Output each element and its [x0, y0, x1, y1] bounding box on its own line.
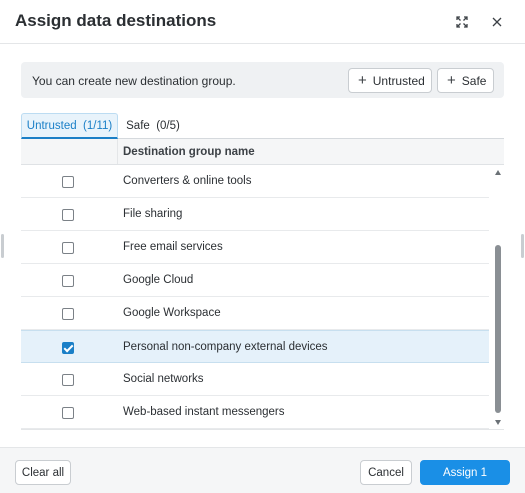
table-row[interactable]: Free email services: [21, 231, 489, 264]
scrollbar-thumb[interactable]: [495, 245, 501, 413]
column-header-destination-group-name: Destination group name: [123, 146, 255, 158]
assign-button[interactable]: Assign 1: [420, 460, 510, 485]
table-header: Destination group name: [21, 139, 504, 165]
row-label: Personal non-company external devices: [123, 341, 328, 353]
scroll-up-arrow-icon[interactable]: [495, 170, 501, 175]
plus-icon: +: [358, 72, 367, 89]
table-scrollbar[interactable]: [491, 165, 504, 430]
table-row[interactable]: Social networks: [21, 363, 489, 396]
dialog-title: Assign data destinations: [15, 11, 217, 30]
table-row[interactable]: File sharing: [21, 198, 489, 231]
table-row[interactable]: Web-based instant messengers: [21, 396, 489, 429]
banner-text: You can create new destination group.: [32, 74, 236, 88]
row-checkbox[interactable]: [62, 308, 74, 320]
dialog-footer: Clear all Cancel Assign 1: [0, 447, 525, 493]
row-label: File sharing: [123, 208, 183, 220]
row-label: Free email services: [123, 241, 223, 253]
add-safe-button[interactable]: + Safe: [437, 68, 494, 93]
add-safe-label: Safe: [461, 73, 487, 88]
row-checkbox[interactable]: [62, 407, 74, 419]
row-label: Google Cloud: [123, 274, 194, 286]
destination-groups-table: Destination group name Converters & onli…: [21, 139, 504, 430]
checkbox-column-header: [21, 139, 118, 164]
table-row[interactable]: Google Workspace: [21, 297, 489, 330]
add-untrusted-label: Untrusted: [372, 73, 425, 88]
row-label: Converters & online tools: [123, 175, 252, 187]
scroll-down-arrow-icon[interactable]: [495, 420, 501, 425]
close-icon[interactable]: [488, 13, 506, 31]
dialog-header: Assign data destinations: [0, 0, 525, 44]
table-row[interactable]: Google Cloud: [21, 264, 489, 297]
cancel-button[interactable]: Cancel: [360, 460, 412, 485]
assign-data-destinations-dialog: Assign data destinations You can create …: [0, 0, 525, 493]
left-resize-handle[interactable]: [1, 234, 4, 258]
row-checkbox[interactable]: [62, 374, 74, 386]
clear-all-button[interactable]: Clear all: [15, 460, 71, 485]
row-checkbox[interactable]: [62, 176, 74, 188]
tab-safe[interactable]: Safe (0/5): [120, 113, 186, 139]
row-label: Social networks: [123, 373, 204, 385]
row-checkbox[interactable]: [62, 275, 74, 287]
add-untrusted-button[interactable]: + Untrusted: [348, 68, 432, 93]
tab-untrusted[interactable]: Untrusted (1/11): [21, 113, 118, 139]
row-checkbox[interactable]: [62, 242, 74, 254]
table-row-selected[interactable]: Personal non-company external devices: [21, 330, 489, 363]
info-banner: You can create new destination group. + …: [21, 62, 504, 98]
table-row[interactable]: Converters & online tools: [21, 165, 489, 198]
expand-icon[interactable]: [453, 13, 471, 31]
row-checkbox-checked[interactable]: [62, 342, 74, 354]
row-label: Web-based instant messengers: [123, 406, 285, 418]
row-checkbox[interactable]: [62, 209, 74, 221]
row-label: Google Workspace: [123, 307, 221, 319]
plus-icon: +: [447, 72, 456, 89]
right-resize-handle[interactable]: [521, 234, 524, 258]
table-body: Converters & online tools File sharing F…: [21, 165, 489, 430]
tab-bar: Untrusted (1/11) Safe (0/5): [21, 113, 504, 139]
